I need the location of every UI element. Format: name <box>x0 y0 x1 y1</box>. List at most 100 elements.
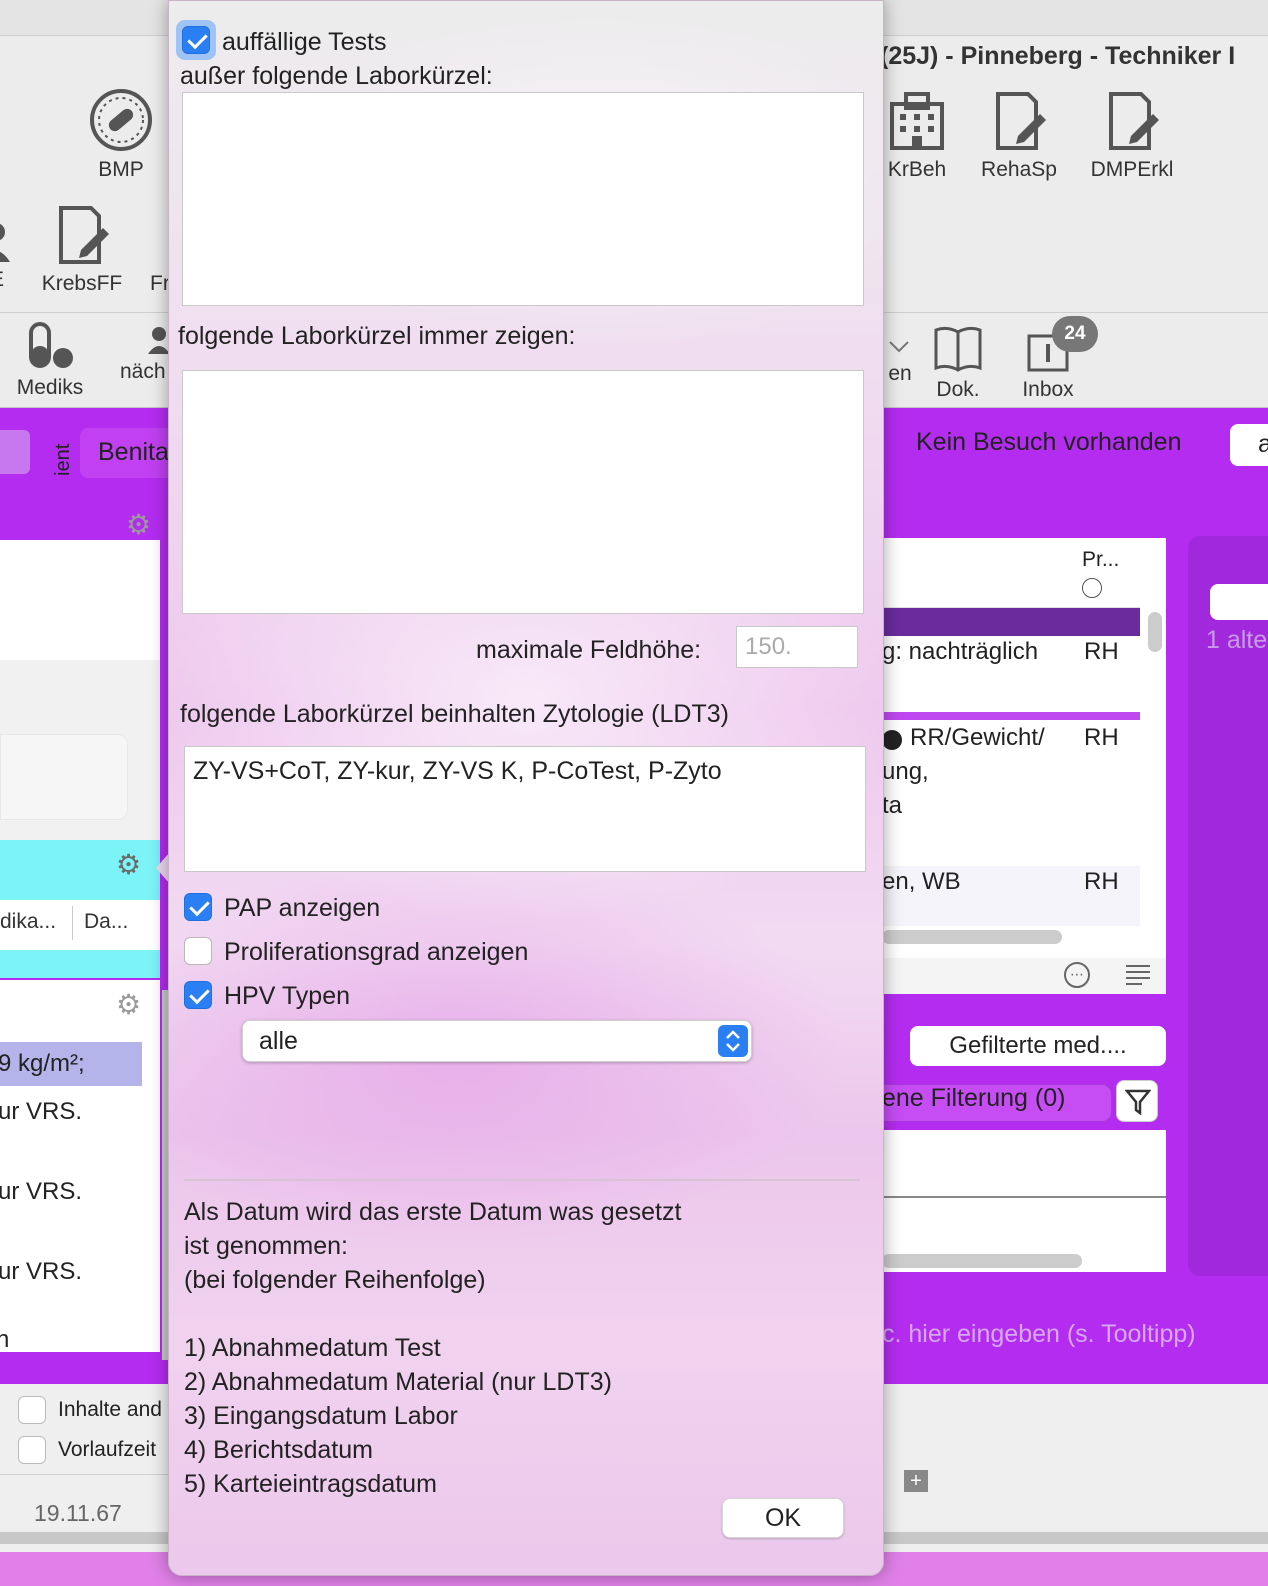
scrollbar-horizontal[interactable] <box>882 1254 1082 1268</box>
toolbar-dok-label: Dok. <box>936 378 980 401</box>
info-line: 5) Karteieintragsdatum <box>184 1470 437 1498</box>
table-cell-text[interactable]: en, WB <box>882 868 961 896</box>
info-line: 4) Berichtsdatum <box>184 1436 373 1464</box>
exclude-textarea[interactable] <box>182 92 864 306</box>
table-cell-text[interactable]: RR/Gewicht/ <box>910 724 1045 752</box>
hpv-label: HPV Typen <box>224 982 351 1010</box>
toolbar-krbeh-button[interactable]: KrBeh <box>882 90 952 182</box>
table-cell-text[interactable]: ta <box>882 792 902 820</box>
column-header-pr[interactable]: Pr... <box>1082 548 1119 572</box>
add-icon[interactable]: + <box>904 1470 928 1492</box>
filter-label: ene Filterung (0) <box>882 1084 1066 1112</box>
column-header-medikation[interactable]: dika... <box>0 910 56 934</box>
always-show-label: folgende Laborkürzel immer zeigen: <box>178 322 576 350</box>
side-input[interactable] <box>1210 584 1268 620</box>
toolbar-krebsff-label: KrebsFF <box>41 272 123 295</box>
proliferation-checkbox[interactable] <box>184 937 212 965</box>
hpv-type-select-value: alle <box>259 1027 298 1055</box>
table-row-selected[interactable] <box>882 608 1140 636</box>
toolbar-en-button[interactable]: en <box>880 340 920 386</box>
vertical-tab-label[interactable]: ient <box>52 436 76 476</box>
proliferation-label: Proliferationsgrad anzeigen <box>224 938 529 966</box>
list-item[interactable]: n <box>0 1326 9 1354</box>
table-cell-text[interactable]: g: nachträglich <box>882 638 1038 666</box>
patient-tab-label: Benita <box>98 438 168 466</box>
toolbar-naech-label: näch <box>120 360 166 383</box>
hint-placeholder[interactable]: c. hier eingeben (s. Tooltipp) <box>882 1320 1196 1349</box>
toolbar-rehasp-button[interactable]: RehaSp <box>978 90 1060 182</box>
toolbar-fr-button[interactable]: Fr <box>150 272 170 296</box>
cytology-label: folgende Laborkürzel beinhalten Zytologi… <box>180 700 729 728</box>
inhalte-label: Inhalte and <box>58 1398 162 1421</box>
vorlaufzeit-checkbox[interactable] <box>18 1436 46 1464</box>
table-cell-text[interactable]: ung, <box>882 758 929 786</box>
auffaellige-tests-label: auffällige Tests <box>222 28 387 56</box>
filter-button[interactable] <box>1116 1080 1158 1122</box>
column-header-datum[interactable]: Da... <box>84 910 128 934</box>
column-divider <box>72 906 73 940</box>
list-item[interactable]: ur VRS. <box>0 1258 82 1286</box>
max-height-field[interactable]: 150. <box>736 626 858 668</box>
visit-status: Kein Besuch vorhanden <box>916 428 1182 456</box>
inbox-badge: 24 <box>1052 316 1098 352</box>
select-stepper[interactable] <box>718 1025 748 1057</box>
left-list <box>0 980 160 1352</box>
list-item[interactable]: ur VRS. <box>0 1178 82 1206</box>
form-edit-icon <box>59 206 109 264</box>
info-line: 1) Abnahmedatum Test <box>184 1334 441 1362</box>
toolbar-naech-button[interactable]: näch <box>120 326 168 384</box>
hospital-icon <box>890 92 944 150</box>
radio-selected[interactable] <box>882 730 902 750</box>
gear-icon[interactable]: ⚙ <box>116 848 141 881</box>
right-search-input[interactable]: a <box>1230 424 1268 466</box>
toolbar-dmperkl-button[interactable]: DMPErkl <box>1084 90 1180 182</box>
table-cell-code: RH <box>1084 638 1119 665</box>
cytology-textarea[interactable]: ZY-VS+CoT, ZY-kur, ZY-VS K, P-CoTest, P-… <box>184 746 866 872</box>
always-show-textarea[interactable] <box>182 370 864 614</box>
info-line: Als Datum wird das erste Datum was geset… <box>184 1198 682 1226</box>
hpv-type-select[interactable]: alle <box>242 1020 752 1062</box>
window-title: (25J) - Pinneberg - Techniker I <box>880 42 1236 70</box>
scrollbar-horizontal[interactable] <box>882 930 1062 944</box>
info-line: (bei folgender Reihenfolge) <box>184 1266 486 1294</box>
ok-button[interactable]: OK <box>722 1498 844 1538</box>
gear-icon[interactable]: ⚙ <box>116 988 141 1021</box>
radio-header[interactable] <box>1082 578 1102 598</box>
chevron-down-icon <box>889 341 909 353</box>
gear-icon[interactable]: ⚙ <box>126 508 151 541</box>
list-item[interactable]: 9 kg/m²; <box>0 1050 85 1078</box>
info-line: 2) Abnahmedatum Material (nur LDT3) <box>184 1368 612 1396</box>
form-edit-icon <box>996 92 1046 150</box>
pap-label: PAP anzeigen <box>224 894 381 922</box>
side-text: 1 alte <box>1206 626 1268 654</box>
lower-panel-divider <box>882 1196 1166 1198</box>
section-divider <box>184 1179 860 1181</box>
toolbar-mediks-label: Mediks <box>16 376 84 399</box>
pap-checkbox[interactable] <box>184 893 212 921</box>
cyan-table-header: dika... Da... <box>0 900 160 950</box>
toolbar-dmperkl-label: DMPErkl <box>1090 158 1174 181</box>
cytology-textarea-value: ZY-VS+CoT, ZY-kur, ZY-VS K, P-CoTest, P-… <box>193 757 722 785</box>
toolbar-krebsff-button[interactable]: KrebsFF <box>36 204 128 296</box>
person-icon <box>0 223 10 262</box>
right-search-text: a <box>1258 430 1268 458</box>
toolbar-e-label: E <box>0 268 4 291</box>
toolbar-bmp-button[interactable]: BMP <box>86 88 156 182</box>
table-cell-code: RH <box>1084 724 1119 751</box>
list-item[interactable]: ur VRS. <box>0 1098 82 1126</box>
filtered-meds-button[interactable]: Gefilterte med.... <box>910 1026 1166 1066</box>
toolbar-e-button[interactable]: E <box>0 206 14 292</box>
toolbar-fr-label: Fr <box>150 272 170 295</box>
left-tab-handle[interactable] <box>0 430 30 474</box>
pill-dial-icon <box>90 89 152 151</box>
more-options-icon[interactable]: ⋯ <box>1064 962 1090 988</box>
auffaellige-tests-checkbox[interactable] <box>182 26 210 54</box>
toolbar-dok-button[interactable]: Dok. <box>926 324 990 402</box>
text-align-icon[interactable] <box>1124 962 1152 988</box>
inhalte-checkbox[interactable] <box>18 1396 46 1424</box>
medication-icon <box>29 322 73 368</box>
hpv-checkbox[interactable] <box>184 981 212 1009</box>
toolbar-en-label: en <box>888 362 912 385</box>
scrollbar-vertical[interactable] <box>1148 612 1162 652</box>
toolbar-mediks-button[interactable]: Mediks <box>10 322 90 400</box>
